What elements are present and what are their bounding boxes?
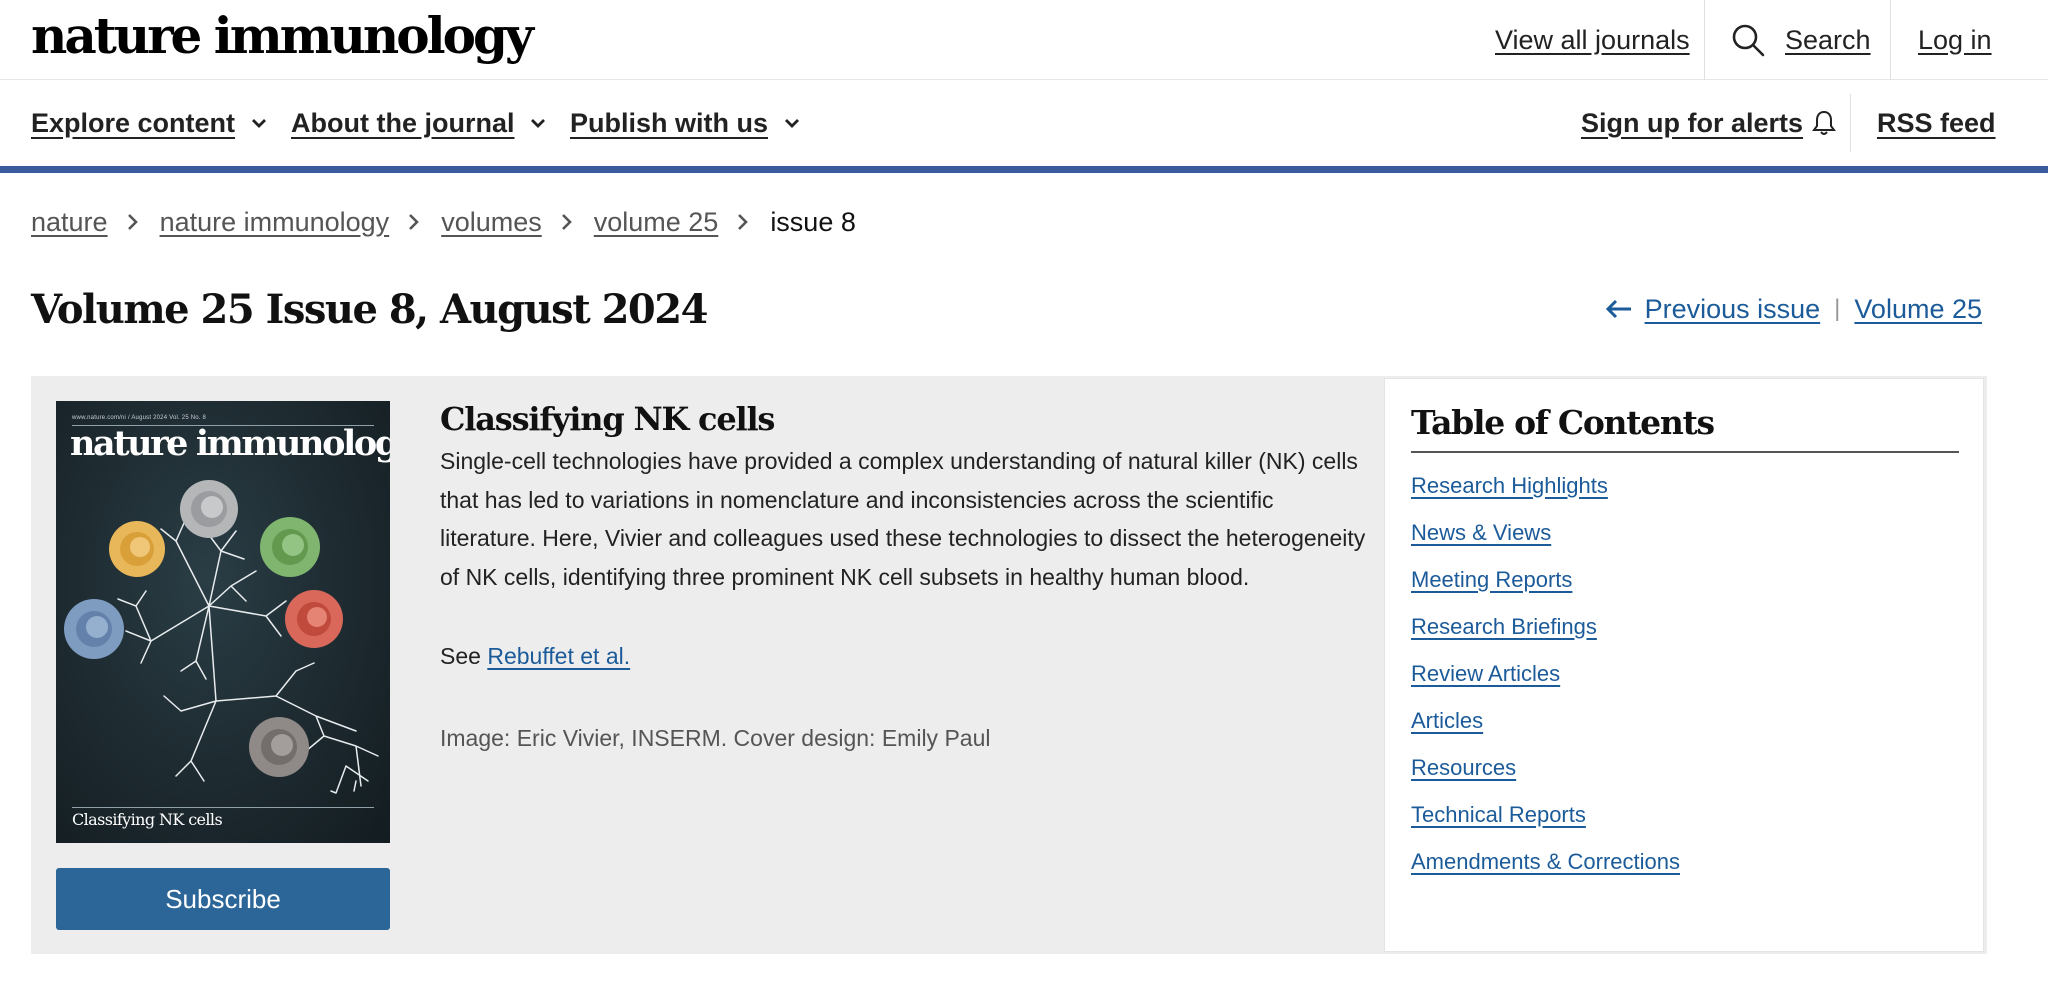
rebuffet-link[interactable]: Rebuffet et al. [487, 643, 630, 669]
list-item: Resources [1411, 744, 1680, 791]
list-item: Research Briefings [1411, 603, 1680, 650]
search-button[interactable]: Search [1731, 0, 1871, 80]
list-item: Technical Reports [1411, 791, 1680, 838]
chevron-right-icon [409, 214, 420, 230]
arrow-left-icon [1605, 299, 1631, 319]
list-item: Meeting Reports [1411, 556, 1680, 603]
chevron-right-icon [738, 214, 749, 230]
main-nav: Explore content About the journal Publis… [0, 80, 2048, 166]
toc-link-research-highlights[interactable]: Research Highlights [1411, 473, 1608, 499]
cover-image[interactable]: www.nature.com/ni / August 2024 Vol. 25 … [56, 401, 390, 843]
breadcrumb-volumes[interactable]: volumes [441, 207, 542, 238]
chevron-down-icon [252, 119, 267, 128]
breadcrumb-nature[interactable]: nature [31, 207, 108, 238]
cell-gray-bottom [249, 717, 309, 777]
toc-list: Research Highlights News & Views Meeting… [1411, 462, 1680, 885]
explore-content-label: Explore content [31, 107, 236, 138]
sign-up-alerts-link[interactable]: Sign up for alerts [1581, 80, 1837, 166]
issue-panel: www.nature.com/ni / August 2024 Vol. 25 … [31, 376, 1987, 954]
separator: | [1834, 295, 1841, 322]
cell-blue [64, 599, 124, 659]
publish-with-us-menu[interactable]: Publish with us [570, 80, 802, 166]
journal-logo[interactable]: nature immunology [31, 4, 534, 68]
search-label: Search [1785, 24, 1871, 55]
toc-link-articles[interactable]: Articles [1411, 708, 1483, 734]
cell-green [260, 517, 320, 577]
page-title: Volume 25 Issue 8, August 2024 [31, 286, 708, 333]
toc-link-amendments-corrections[interactable]: Amendments & Corrections [1411, 849, 1680, 875]
breadcrumb-volume-25[interactable]: volume 25 [594, 207, 719, 238]
toc-link-research-briefings[interactable]: Research Briefings [1411, 614, 1597, 640]
toc-divider [1411, 451, 1959, 453]
issue-navigation: Previous issue | Volume 25 [1605, 286, 1982, 332]
toc-link-meeting-reports[interactable]: Meeting Reports [1411, 567, 1572, 593]
about-journal-menu[interactable]: About the journal [291, 80, 548, 166]
publish-with-us-label: Publish with us [570, 107, 769, 138]
see-reference: See Rebuffet et al. [440, 639, 1390, 673]
cover-issue-line: www.nature.com/ni / August 2024 Vol. 25 … [72, 415, 207, 421]
subscribe-button[interactable]: Subscribe [56, 868, 390, 930]
cover-story-summary: Single-cell technologies have provided a… [440, 448, 1366, 590]
list-item: News & Views [1411, 509, 1680, 556]
rss-feed-link[interactable]: RSS feed [1877, 80, 1996, 166]
cover-artwork [64, 480, 379, 794]
cover-caption: Classifying NK cells [72, 810, 223, 829]
list-item: Research Highlights [1411, 462, 1680, 509]
breadcrumb-current: issue 8 [770, 206, 856, 237]
bell-icon [1812, 110, 1837, 135]
list-item: Review Articles [1411, 650, 1680, 697]
toc-title: Table of Contents [1411, 403, 1715, 442]
volume-link[interactable]: Volume 25 [1854, 294, 1982, 325]
about-journal-label: About the journal [291, 107, 515, 138]
chevron-down-icon [531, 119, 546, 128]
chevron-down-icon [785, 119, 800, 128]
accent-bar [0, 166, 2048, 173]
toc-link-news-views[interactable]: News & Views [1411, 520, 1551, 546]
table-of-contents: Table of Contents Research Highlights Ne… [1384, 378, 1984, 952]
image-credit: Image: Eric Vivier, INSERM. Cover design… [440, 725, 991, 751]
search-icon [1732, 24, 1765, 57]
cover-story-title: Classifying NK cells [440, 400, 775, 438]
cell-yellow [109, 521, 165, 577]
toc-link-review-articles[interactable]: Review Articles [1411, 661, 1560, 687]
login-link[interactable]: Log in [1918, 0, 1992, 80]
view-all-journals-link[interactable]: View all journals [1495, 0, 1690, 80]
list-item: Articles [1411, 697, 1680, 744]
cover-rule [72, 807, 374, 808]
toc-link-technical-reports[interactable]: Technical Reports [1411, 802, 1586, 828]
cover-journal-title: nature immunology [70, 423, 390, 464]
breadcrumb: nature nature immunology volumes volume … [31, 200, 856, 244]
toc-link-resources[interactable]: Resources [1411, 755, 1516, 781]
cell-red [285, 590, 343, 648]
divider [1890, 0, 1891, 80]
cover-story: Classifying NK cells Single-cell technol… [440, 396, 1390, 755]
cell-gray-top [180, 480, 238, 538]
divider [1704, 0, 1705, 80]
previous-issue-link[interactable]: Previous issue [1645, 294, 1821, 325]
chevron-right-icon [127, 214, 138, 230]
divider [1850, 94, 1851, 152]
breadcrumb-nature-immunology[interactable]: nature immunology [160, 207, 390, 238]
top-bar: nature immunology View all journals Sear… [0, 0, 2048, 80]
sign-up-alerts-label: Sign up for alerts [1581, 107, 1804, 138]
list-item: Amendments & Corrections [1411, 838, 1680, 885]
see-prefix: See [440, 643, 481, 669]
chevron-right-icon [561, 214, 572, 230]
explore-content-menu[interactable]: Explore content [31, 80, 269, 166]
